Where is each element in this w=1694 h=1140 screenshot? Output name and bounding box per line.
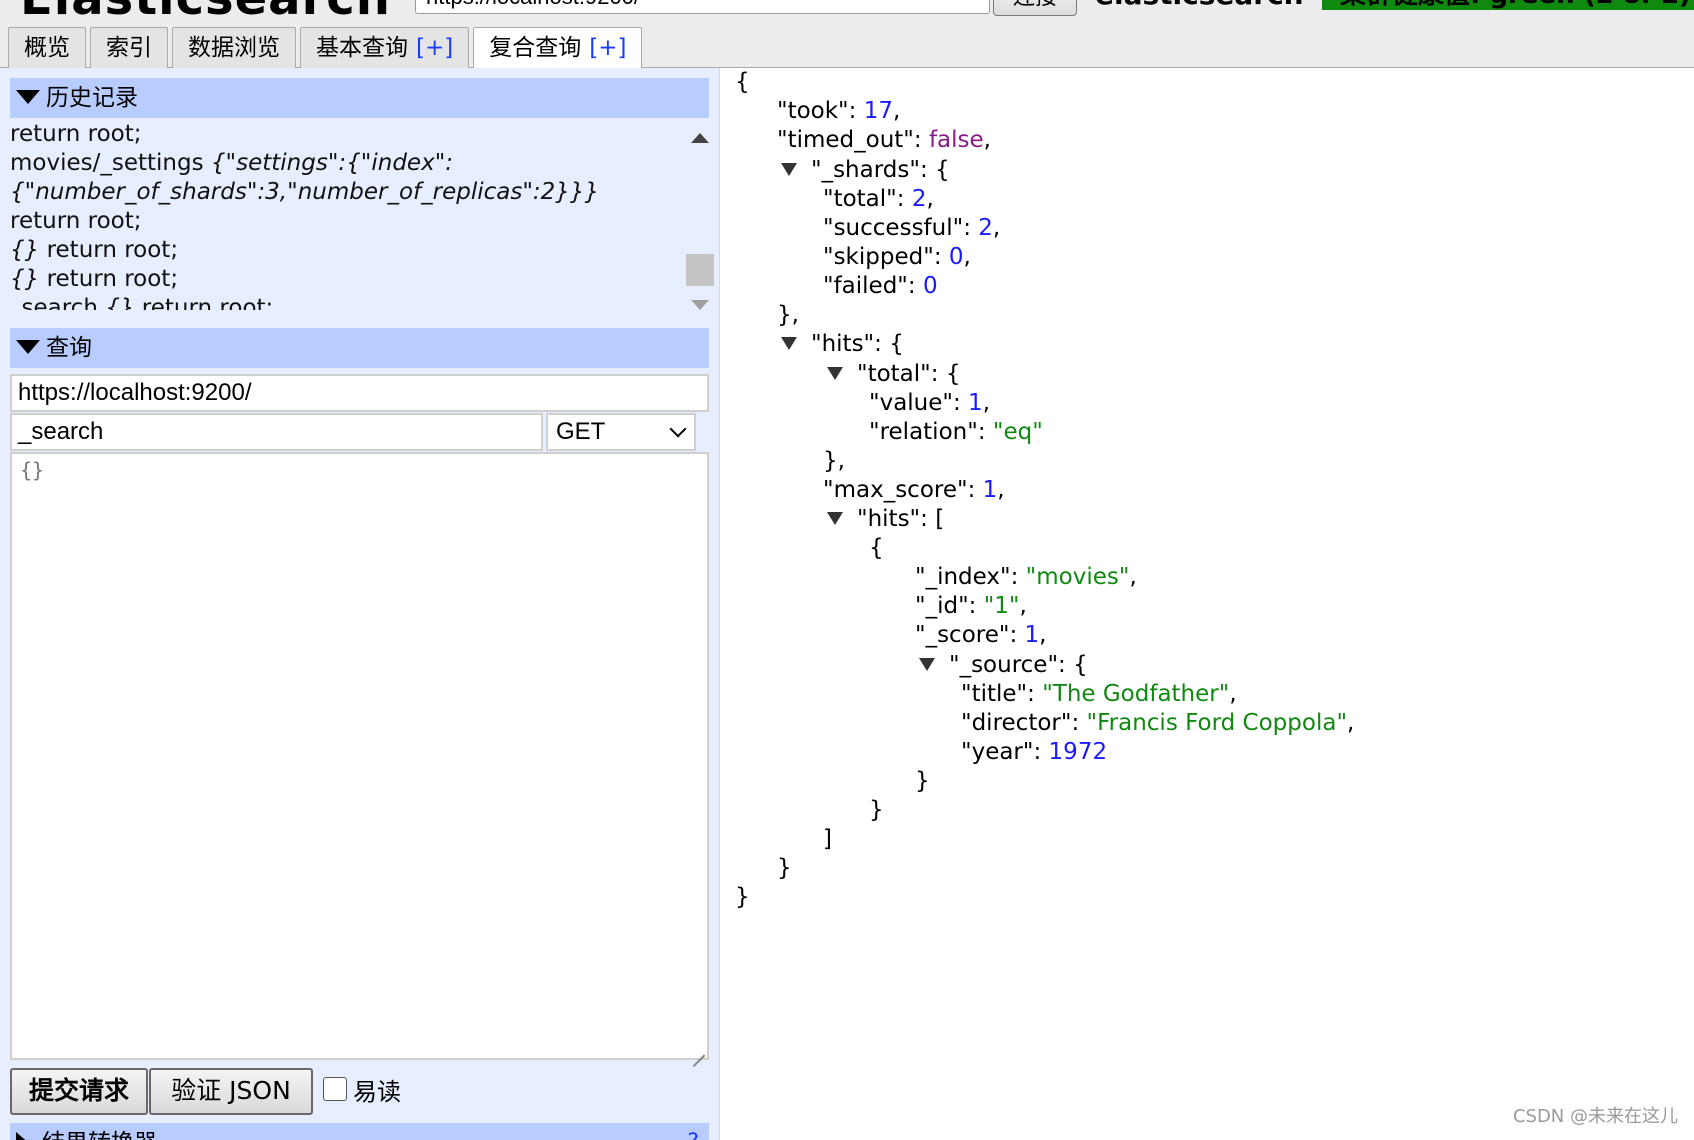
app-title: Elasticsearch [20, 0, 391, 26]
collapse-triangle-icon [16, 89, 40, 104]
json-line: }, [823, 448, 845, 474]
history-scrollbar[interactable] [684, 121, 716, 321]
transformer-section-header[interactable]: 结果转换器 ? [10, 1123, 709, 1140]
collapse-toggle-icon[interactable] [781, 337, 797, 350]
json-line: "took": 17, [777, 98, 901, 124]
tab-label: 概览 [24, 35, 70, 61]
tab-overview[interactable]: 概览 [8, 27, 86, 68]
response-json-viewer: { "took": 17, "timed_out": false, "_shar… [735, 68, 1694, 1140]
query-body-text: {} [20, 458, 45, 482]
json-line: }, [777, 302, 799, 328]
query-path-input[interactable]: _search [10, 413, 543, 451]
json-line: } [915, 768, 930, 794]
chevron-down-icon [669, 420, 687, 438]
json-line: "skipped": 0, [823, 244, 971, 270]
connect-button[interactable]: 连接 [993, 0, 1077, 16]
history-item[interactable]: return root; [10, 120, 685, 149]
history-item[interactable]: {} return root; [10, 265, 685, 294]
tab-label: 复合查询 [489, 35, 582, 61]
resize-grip-icon[interactable] [689, 1040, 705, 1067]
query-title: 查询 [46, 335, 92, 361]
history-section-header[interactable]: 历史记录 [10, 78, 709, 118]
json-line: "failed": 0 [823, 273, 938, 299]
scroll-up-arrow-icon[interactable] [691, 133, 709, 143]
add-tab-icon[interactable]: [+] [416, 35, 453, 61]
json-line: } [777, 855, 792, 881]
watermark: CSDN @未来在这儿 [1512, 1106, 1678, 1127]
json-line: "relation": "eq" [869, 419, 1043, 445]
json-line: "_shards": { [781, 156, 950, 185]
tab-indices[interactable]: 索引 [90, 27, 168, 68]
app-header: Elasticsearch https://localhost:9200/ 连接… [0, 0, 1694, 69]
history-item[interactable]: return root; [10, 207, 685, 236]
http-method-value: GET [556, 418, 606, 445]
json-line: { [735, 69, 750, 95]
server-url-input[interactable]: https://localhost:9200/ [415, 0, 990, 14]
collapse-toggle-icon[interactable] [919, 658, 935, 671]
json-line: "director": "Francis Ford Coppola", [961, 710, 1355, 736]
add-tab-icon[interactable]: [+] [589, 35, 626, 61]
json-line: "_source": { [919, 651, 1088, 680]
tab-label: 基本查询 [316, 35, 408, 61]
readable-label: 易读 [353, 1078, 401, 1106]
json-line: "successful": 2, [823, 215, 1001, 241]
collapse-toggle-icon[interactable] [781, 163, 797, 176]
json-line: "timed_out": false, [777, 127, 991, 153]
help-link[interactable]: ? [687, 1123, 699, 1140]
scroll-down-arrow-icon[interactable] [691, 300, 709, 310]
collapse-toggle-icon[interactable] [827, 512, 843, 525]
json-line: "_index": "movies", [915, 564, 1137, 590]
json-line: "title": "The Godfather", [961, 681, 1237, 707]
json-line: "hits": [ [827, 505, 944, 534]
history-item[interactable]: {} return root; [10, 236, 685, 265]
tab-label: 数据浏览 [188, 35, 280, 61]
history-list: return root; movies/_settings {"settings… [10, 120, 685, 310]
history-item[interactable]: _search {} return root; [10, 294, 685, 310]
query-url-input[interactable]: https://localhost:9200/ [10, 374, 709, 412]
scrollbar-thumb[interactable] [686, 254, 714, 286]
json-line: "hits": { [781, 330, 904, 359]
json-line: "value": 1, [869, 390, 990, 416]
tab-label: 索引 [106, 35, 152, 61]
http-method-select[interactable]: GET [546, 413, 696, 451]
tab-basic-query[interactable]: 基本查询 [+] [300, 27, 470, 68]
history-title: 历史记录 [46, 85, 138, 111]
main-tabs: 概览 索引 数据浏览 基本查询 [+] 复合查询 [+] [8, 27, 646, 69]
json-line: ] [823, 826, 832, 852]
submit-request-button[interactable]: 提交请求 [10, 1068, 148, 1115]
readable-checkbox[interactable] [323, 1077, 347, 1101]
json-line: } [869, 797, 884, 823]
transformer-title: 结果转换器 [42, 1130, 157, 1140]
history-item[interactable]: movies/_settings {"settings":{"index":{"… [10, 149, 685, 207]
json-line: "_id": "1", [915, 593, 1027, 619]
json-line: } [735, 884, 750, 910]
query-section-header[interactable]: 查询 [10, 328, 709, 368]
json-line: "max_score": 1, [823, 477, 1005, 503]
expand-triangle-icon [16, 1131, 30, 1140]
query-body-textarea[interactable]: {} [10, 452, 709, 1067]
tab-compound-query[interactable]: 复合查询 [+] [473, 27, 643, 69]
validate-json-button[interactable]: 验证 JSON [149, 1068, 313, 1115]
cluster-name: elasticsearch [1095, 0, 1304, 11]
collapse-toggle-icon[interactable] [827, 367, 843, 380]
json-line: "_score": 1, [915, 622, 1047, 648]
cluster-health-badge: 集群健康值: green (2 of 2) [1322, 0, 1694, 10]
json-line: { [869, 535, 884, 561]
json-line: "year": 1972 [961, 739, 1108, 765]
json-line: "total": 2, [823, 186, 934, 212]
json-line: "total": { [827, 360, 960, 389]
tab-browser[interactable]: 数据浏览 [172, 27, 296, 68]
collapse-triangle-icon [16, 339, 40, 354]
